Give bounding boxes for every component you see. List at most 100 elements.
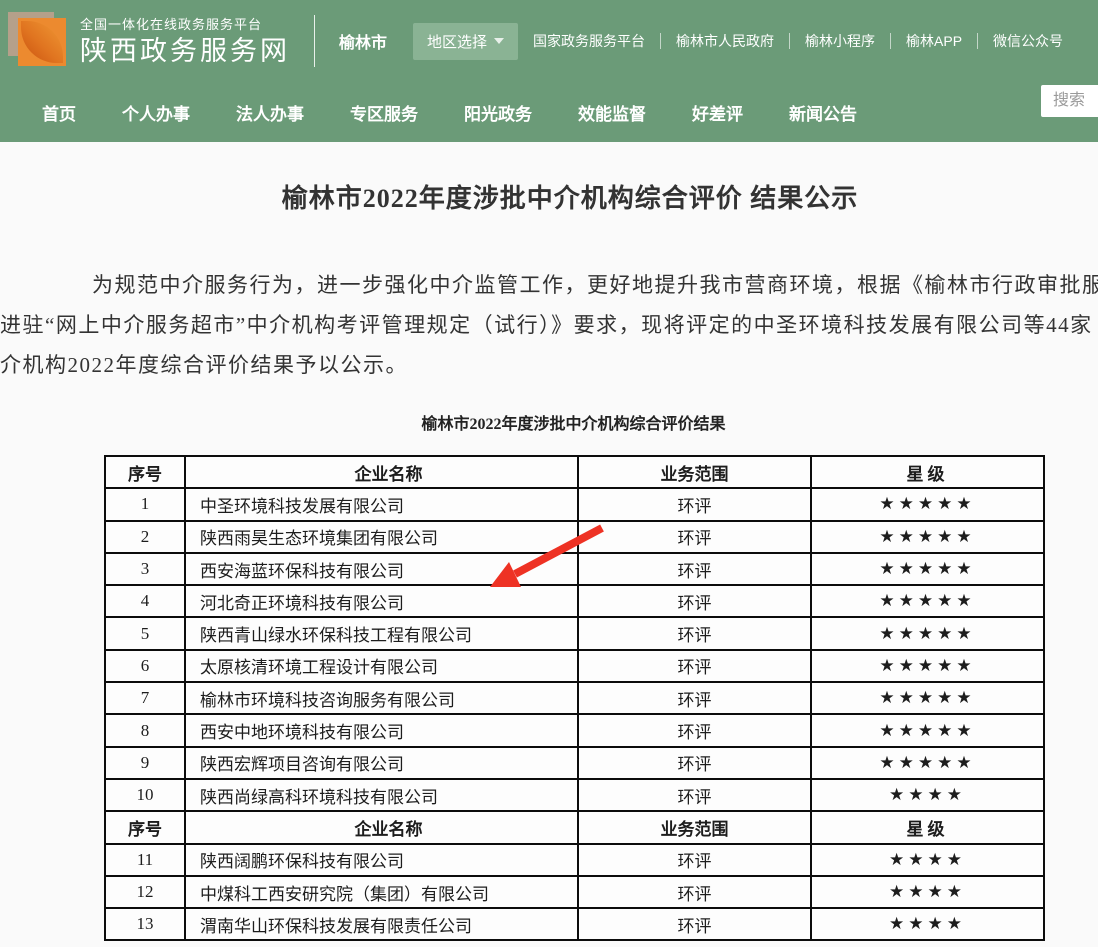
- cell-stars: ★★★★★: [811, 650, 1044, 682]
- cell-name: 陕西阔鹏环保科技有限公司: [185, 844, 578, 876]
- cell-no: 10: [105, 779, 185, 811]
- cell-scope: 环评: [578, 779, 811, 811]
- table-row: 5陕西青山绿水环保科技工程有限公司环评★★★★★: [105, 617, 1044, 649]
- cell-scope: 环评: [578, 844, 811, 876]
- table-row: 4河北奇正环境科技有限公司环评★★★★★: [105, 585, 1044, 617]
- column-header: 企业名称: [185, 811, 578, 843]
- paragraph-line: 为规范中介服务行为，进一步强化中介监管工作，更好地提升我市营商环境，根据《榆林市…: [0, 265, 1098, 305]
- table-row: 2陕西雨昊生态环境集团有限公司环评★★★★★: [105, 521, 1044, 553]
- nav-item-personal[interactable]: 个人办事: [122, 100, 190, 125]
- cell-name: 陕西青山绿水环保科技工程有限公司: [185, 617, 578, 649]
- table-header-row: 序号企业名称业务范围星级: [105, 811, 1044, 843]
- nav-item-legal-person[interactable]: 法人办事: [236, 100, 304, 125]
- main-navigation: 首页 个人办事 法人办事 专区服务 阳光政务 效能监督 好差评 新闻公告: [0, 82, 1098, 142]
- page-title: 榆林市2022年度涉批中介机构综合评价 结果公示: [0, 178, 1098, 215]
- table-row: 6太原核清环境工程设计有限公司环评★★★★★: [105, 650, 1044, 682]
- cell-name: 榆林市环境科技咨询服务有限公司: [185, 682, 578, 714]
- link-national-platform[interactable]: 国家政务服务平台: [518, 31, 660, 51]
- table-row: 8西安中地环境科技有限公司环评★★★★★: [105, 714, 1044, 746]
- cell-scope: 环评: [578, 714, 811, 746]
- column-header: 序号: [105, 456, 185, 488]
- table-row: 13渭南华山环保科技发展有限责任公司环评★★★★: [105, 908, 1044, 940]
- nav-item-news[interactable]: 新闻公告: [789, 100, 857, 125]
- cell-name: 中煤科工西安研究院（集团）有限公司: [185, 876, 578, 908]
- cell-stars: ★★★★★: [811, 617, 1044, 649]
- link-city-government[interactable]: 榆林市人民政府: [661, 31, 789, 51]
- brand-block: 全国一体化在线政务服务平台 陕西政务服务网: [80, 15, 290, 67]
- cell-no: 13: [105, 908, 185, 940]
- cell-stars: ★★★★★: [811, 521, 1044, 553]
- results-table-body: 序号企业名称业务范围星级1中圣环境科技发展有限公司环评★★★★★2陕西雨昊生态环…: [105, 456, 1044, 940]
- cell-scope: 环评: [578, 617, 811, 649]
- cell-name: 陕西尚绿高科环境科技有限公司: [185, 779, 578, 811]
- link-mini-program[interactable]: 榆林小程序: [790, 31, 890, 51]
- nav-item-sunshine-gov[interactable]: 阳光政务: [464, 100, 532, 125]
- column-header: 业务范围: [578, 456, 811, 488]
- cell-scope: 环评: [578, 585, 811, 617]
- table-header-row: 序号企业名称业务范围星级: [105, 456, 1044, 488]
- cell-no: 7: [105, 682, 185, 714]
- table-row: 11陕西阔鹏环保科技有限公司环评★★★★: [105, 844, 1044, 876]
- cell-no: 3: [105, 553, 185, 585]
- cell-scope: 环评: [578, 682, 811, 714]
- cell-name: 渭南华山环保科技发展有限责任公司: [185, 908, 578, 940]
- table-row: 1中圣环境科技发展有限公司环评★★★★★: [105, 488, 1044, 520]
- site-logo-icon[interactable]: [8, 12, 66, 70]
- cell-scope: 环评: [578, 553, 811, 585]
- link-wechat-account[interactable]: 微信公众号: [978, 31, 1078, 51]
- column-header: 星级: [811, 811, 1044, 843]
- cell-name: 中圣环境科技发展有限公司: [185, 488, 578, 520]
- top-header-bar: 全国一体化在线政务服务平台 陕西政务服务网 榆林市 地区选择 国家政务服务平台 …: [0, 0, 1098, 82]
- cell-stars: ★★★★: [811, 779, 1044, 811]
- cell-stars: ★★★★★: [811, 747, 1044, 779]
- cell-stars: ★★★★★: [811, 553, 1044, 585]
- cell-name: 陕西雨昊生态环境集团有限公司: [185, 521, 578, 553]
- cell-no: 6: [105, 650, 185, 682]
- cell-stars: ★★★★★: [811, 585, 1044, 617]
- cell-name: 太原核清环境工程设计有限公司: [185, 650, 578, 682]
- announcement-paragraph: 为规范中介服务行为，进一步强化中介监管工作，更好地提升我市营商环境，根据《榆林市…: [0, 265, 1098, 385]
- cell-name: 河北奇正环境科技有限公司: [185, 585, 578, 617]
- paragraph-line: 介机构2022年度综合评价结果予以公示。: [0, 345, 1098, 385]
- evaluation-results-table: 序号企业名称业务范围星级1中圣环境科技发展有限公司环评★★★★★2陕西雨昊生态环…: [104, 455, 1045, 941]
- cell-name: 西安中地环境科技有限公司: [185, 714, 578, 746]
- table-row: 12中煤科工西安研究院（集团）有限公司环评★★★★: [105, 876, 1044, 908]
- table-row: 7榆林市环境科技咨询服务有限公司环评★★★★★: [105, 682, 1044, 714]
- paragraph-line: 进驻“网上中介服务超市”中介机构考评管理规定（试行）》要求，现将评定的中圣环境科…: [0, 305, 1098, 345]
- cell-name: 西安海蓝环保科技有限公司: [185, 553, 578, 585]
- site-name: 陕西政务服务网: [80, 35, 290, 67]
- cell-no: 2: [105, 521, 185, 553]
- cell-name: 陕西宏辉项目咨询有限公司: [185, 747, 578, 779]
- brand-divider: [314, 15, 315, 67]
- search-input[interactable]: [1041, 85, 1098, 117]
- table-row: 10陕西尚绿高科环境科技有限公司环评★★★★: [105, 779, 1044, 811]
- cell-no: 1: [105, 488, 185, 520]
- column-header: 序号: [105, 811, 185, 843]
- table-row: 3西安海蓝环保科技有限公司环评★★★★★: [105, 553, 1044, 585]
- cell-no: 8: [105, 714, 185, 746]
- region-select-button[interactable]: 地区选择: [413, 23, 518, 60]
- announcement-article: 榆林市2022年度涉批中介机构综合评价 结果公示 为规范中介服务行为，进一步强化…: [0, 178, 1098, 941]
- column-header: 星级: [811, 456, 1044, 488]
- nav-item-efficiency[interactable]: 效能监督: [578, 100, 646, 125]
- column-header: 企业名称: [185, 456, 578, 488]
- cell-stars: ★★★★★: [811, 682, 1044, 714]
- cell-scope: 环评: [578, 488, 811, 520]
- link-yulin-app[interactable]: 榆林APP: [891, 31, 977, 51]
- cell-no: 5: [105, 617, 185, 649]
- nav-item-rating[interactable]: 好差评: [692, 100, 743, 125]
- cell-no: 12: [105, 876, 185, 908]
- table-caption: 榆林市2022年度涉批中介机构综合评价结果: [0, 410, 1098, 434]
- platform-label: 全国一体化在线政务服务平台: [80, 15, 290, 35]
- current-city-label: 榆林市: [339, 29, 387, 53]
- column-header: 业务范围: [578, 811, 811, 843]
- cell-scope: 环评: [578, 908, 811, 940]
- cell-scope: 环评: [578, 747, 811, 779]
- nav-item-special-zone[interactable]: 专区服务: [350, 100, 418, 125]
- nav-item-home[interactable]: 首页: [42, 100, 76, 125]
- table-row: 9陕西宏辉项目咨询有限公司环评★★★★★: [105, 747, 1044, 779]
- cell-scope: 环评: [578, 521, 811, 553]
- chevron-down-icon: [494, 38, 504, 44]
- region-select-label: 地区选择: [427, 31, 487, 52]
- cell-stars: ★★★★: [811, 876, 1044, 908]
